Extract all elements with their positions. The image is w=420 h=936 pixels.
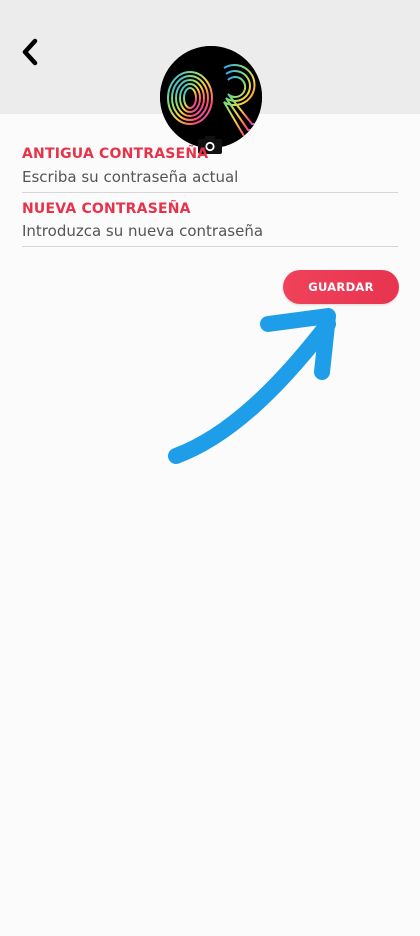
old-password-label: ANTIGUA CONTRASEÑA	[22, 146, 209, 162]
new-password-input[interactable]	[22, 216, 398, 247]
chevron-left-icon	[22, 38, 38, 66]
new-password-label: NUEVA CONTRASEÑA	[22, 201, 191, 217]
old-password-input[interactable]	[22, 162, 398, 193]
back-button[interactable]	[10, 32, 50, 72]
arrow-up-right-icon	[168, 308, 336, 464]
